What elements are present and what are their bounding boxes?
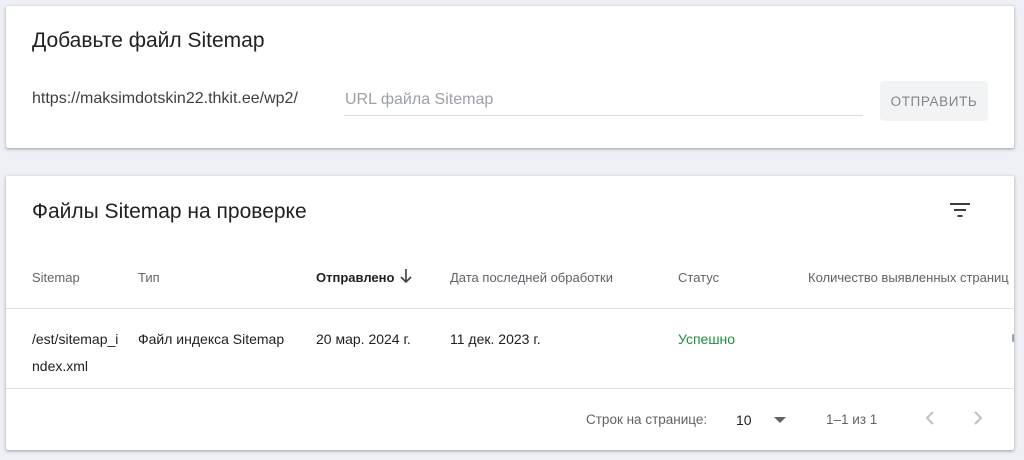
cell-sitemap: /est/sitemap_index.xml (32, 331, 119, 374)
column-header-submitted[interactable]: Отправлено (316, 270, 394, 285)
site-url-prefix: https://maksimdotskin22.thkit.ee/wp2/ (32, 90, 298, 107)
previous-page-button[interactable] (914, 402, 946, 434)
table-divider (6, 388, 1014, 389)
column-header-last-read[interactable]: Дата последней обработки (450, 270, 613, 285)
arrow-down-icon[interactable] (398, 267, 414, 285)
filter-button[interactable] (942, 192, 978, 228)
next-page-button[interactable] (962, 402, 994, 434)
column-header-sitemap[interactable]: Sitemap (32, 270, 80, 285)
rows-per-page-value: 10 (736, 412, 752, 428)
chevron-left-icon (925, 411, 934, 425)
column-header-status[interactable]: Статус (678, 270, 719, 285)
cell-last-read: 11 дек. 2023 г. (450, 331, 541, 347)
clipped-cell-edge (1012, 334, 1014, 342)
add-sitemap-title: Добавьте файл Sitemap (32, 29, 265, 52)
dropdown-arrow-icon (774, 417, 786, 423)
column-header-type[interactable]: Тип (138, 270, 160, 285)
submitted-sitemaps-title: Файлы Sitemap на проверке (32, 200, 307, 223)
sitemap-url-input[interactable] (344, 85, 863, 116)
add-sitemap-card: Добавьте файл Sitemap https://maksimdots… (6, 6, 1014, 148)
rows-per-page-select[interactable]: 10 (736, 408, 792, 432)
column-header-discovered-pages[interactable]: Количество выявленных страниц (808, 270, 1009, 285)
chevron-right-icon (974, 411, 983, 425)
filter-list-icon (950, 203, 970, 217)
table-divider (6, 308, 1014, 309)
cell-submitted: 20 мар. 2024 г. (316, 331, 411, 347)
rows-per-page-label: Строк на странице: (586, 412, 708, 427)
submit-button[interactable]: ОТПРАВИТЬ (880, 81, 988, 121)
submitted-sitemaps-card: Файлы Sitemap на проверке Sitemap Тип От… (6, 176, 1014, 450)
cell-type: Файл индекса Sitemap (138, 331, 285, 347)
cell-status: Успешно (678, 331, 736, 347)
pagination-range: 1–1 из 1 (826, 412, 878, 427)
